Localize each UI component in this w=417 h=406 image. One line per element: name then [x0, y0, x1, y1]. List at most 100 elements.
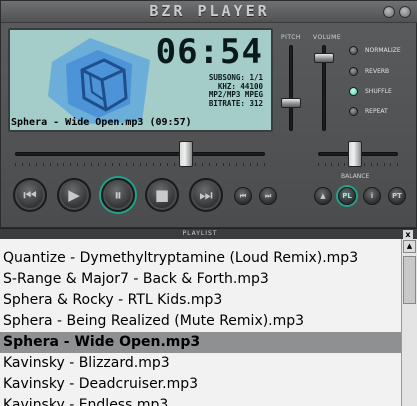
tick-mark — [98, 163, 99, 166]
tick-mark — [126, 163, 127, 166]
tick-mark — [195, 163, 196, 166]
tick-mark — [174, 163, 175, 166]
playlist-scrollbar[interactable]: ▲ — [401, 239, 417, 406]
pitch-slider-thumb[interactable] — [281, 98, 301, 108]
tick-mark — [77, 163, 78, 166]
play-icon: ▶ — [68, 186, 80, 204]
list-item[interactable]: Quantize - Dymethyltryptamine (Loud Remi… — [0, 248, 401, 269]
playlist-title: PLAYLIST — [182, 230, 218, 237]
tick-mark — [84, 163, 85, 166]
repeat-led-icon — [349, 107, 358, 116]
tick-mark — [384, 163, 385, 166]
pt-label: PT — [392, 192, 402, 200]
tick-mark — [146, 163, 147, 166]
balance-label: BALANCE — [341, 173, 370, 180]
prev-subsong-icon: ⏮ — [239, 191, 247, 200]
option-shuffle-label: SHUFFLE — [365, 88, 392, 95]
tick-mark — [264, 163, 265, 166]
eject-button[interactable]: ▲ — [314, 187, 332, 205]
balance-thumb[interactable] — [348, 141, 362, 167]
stop-button[interactable]: ■ — [145, 178, 179, 212]
playlist-toggle-button[interactable]: PL — [338, 187, 356, 205]
list-item[interactable]: Sphera & Rocky - RTL Kids.mp3 — [0, 290, 401, 311]
tick-mark — [43, 163, 44, 166]
tick-mark — [140, 163, 141, 166]
skip-forward-icon: ⏭ — [199, 186, 213, 204]
pause-button[interactable]: ⏸ — [101, 178, 135, 212]
tick-mark — [105, 163, 106, 166]
pt-button[interactable]: PT — [388, 187, 406, 205]
list-item[interactable]: Kavinsky - Deadcruiser.mp3 — [0, 374, 401, 395]
tick-mark — [390, 163, 391, 166]
skip-back-icon: ⏮ — [23, 186, 37, 204]
list-item-current[interactable]: Sphera - Wide Open.mp3 — [0, 332, 401, 353]
title-bar[interactable]: BZR PLAYER — [1, 1, 417, 23]
playlist-toggle-label: PL — [342, 192, 352, 200]
close-button[interactable] — [399, 6, 411, 18]
pitch-track — [289, 45, 293, 131]
cube-logo-icon — [48, 38, 150, 124]
shuffle-led-icon — [349, 87, 358, 96]
normalize-led-icon — [349, 46, 358, 55]
tick-mark — [338, 163, 339, 166]
seek-ticks — [15, 163, 265, 167]
tick-mark — [236, 163, 237, 166]
tick-mark — [57, 163, 58, 166]
scroll-up-icon[interactable]: ▲ — [403, 240, 416, 253]
volume-slider-thumb[interactable] — [314, 53, 334, 63]
tick-mark — [153, 163, 154, 166]
tick-mark — [112, 163, 113, 166]
list-item[interactable]: Kavinsky - Blizzard.mp3 — [0, 353, 401, 374]
time-display: 06:54 — [155, 32, 263, 72]
player-window: BZR PLAYER 06:54 SUBSONG: 1/1 KHZ: 44100… — [0, 0, 417, 228]
tick-mark — [223, 163, 224, 166]
option-repeat-label: REPEAT — [365, 108, 388, 115]
prev-subsong-button[interactable]: ⏮ — [234, 187, 252, 205]
playlist: Quantize - Dymethyltryptamine (Loud Remi… — [0, 239, 401, 406]
app-title: BZR PLAYER — [149, 2, 270, 20]
lcd-display: 06:54 SUBSONG: 1/1 KHZ: 44100 MP2/MP3 MP… — [8, 28, 273, 132]
tick-mark — [70, 163, 71, 166]
tick-mark — [364, 163, 365, 166]
playlist-header: PLAYLIST x — [0, 228, 417, 239]
previous-button[interactable]: ⏮ — [13, 178, 47, 212]
tick-mark — [243, 163, 244, 166]
pause-icon: ⏸ — [114, 186, 122, 204]
tick-mark — [257, 163, 258, 166]
next-button[interactable]: ⏭ — [189, 178, 223, 212]
list-item[interactable]: Kavinsky - Endless.mp3 — [0, 395, 401, 406]
eject-icon: ▲ — [320, 192, 326, 200]
tick-mark — [29, 163, 30, 166]
tick-mark — [229, 163, 230, 166]
seek-thumb[interactable] — [179, 141, 193, 167]
tick-mark — [22, 163, 23, 166]
seek-bar[interactable] — [15, 152, 265, 156]
list-item[interactable]: Sphera - Being Realized (Mute Remix).mp3 — [0, 311, 401, 332]
playlist-close-button[interactable]: x — [403, 230, 413, 239]
tick-mark — [331, 163, 332, 166]
volume-label: VOLUME — [313, 34, 342, 41]
tick-mark — [325, 163, 326, 166]
tick-mark — [202, 163, 203, 166]
tick-mark — [377, 163, 378, 166]
next-subsong-icon: ⏭ — [264, 191, 272, 200]
option-reverb-label: REVERB — [365, 68, 390, 75]
list-item[interactable] — [0, 239, 401, 248]
next-subsong-button[interactable]: ⏭ — [259, 187, 277, 205]
info-button[interactable]: i — [363, 187, 381, 205]
play-button[interactable]: ▶ — [57, 178, 91, 212]
list-item[interactable]: S-Range & Major7 - Back & Forth.mp3 — [0, 269, 401, 290]
minimize-button[interactable] — [383, 6, 395, 18]
scroll-thumb[interactable] — [403, 256, 416, 304]
tick-mark — [371, 163, 372, 166]
tick-mark — [209, 163, 210, 166]
tick-mark — [119, 163, 120, 166]
tick-mark — [91, 163, 92, 166]
tick-mark — [250, 163, 251, 166]
stop-icon: ■ — [154, 186, 170, 204]
reverb-led-icon — [349, 67, 358, 76]
info-bitrate: BITRATE: 312 — [208, 98, 263, 108]
tick-mark — [318, 163, 319, 166]
tick-mark — [133, 163, 134, 166]
tick-mark — [63, 163, 64, 166]
